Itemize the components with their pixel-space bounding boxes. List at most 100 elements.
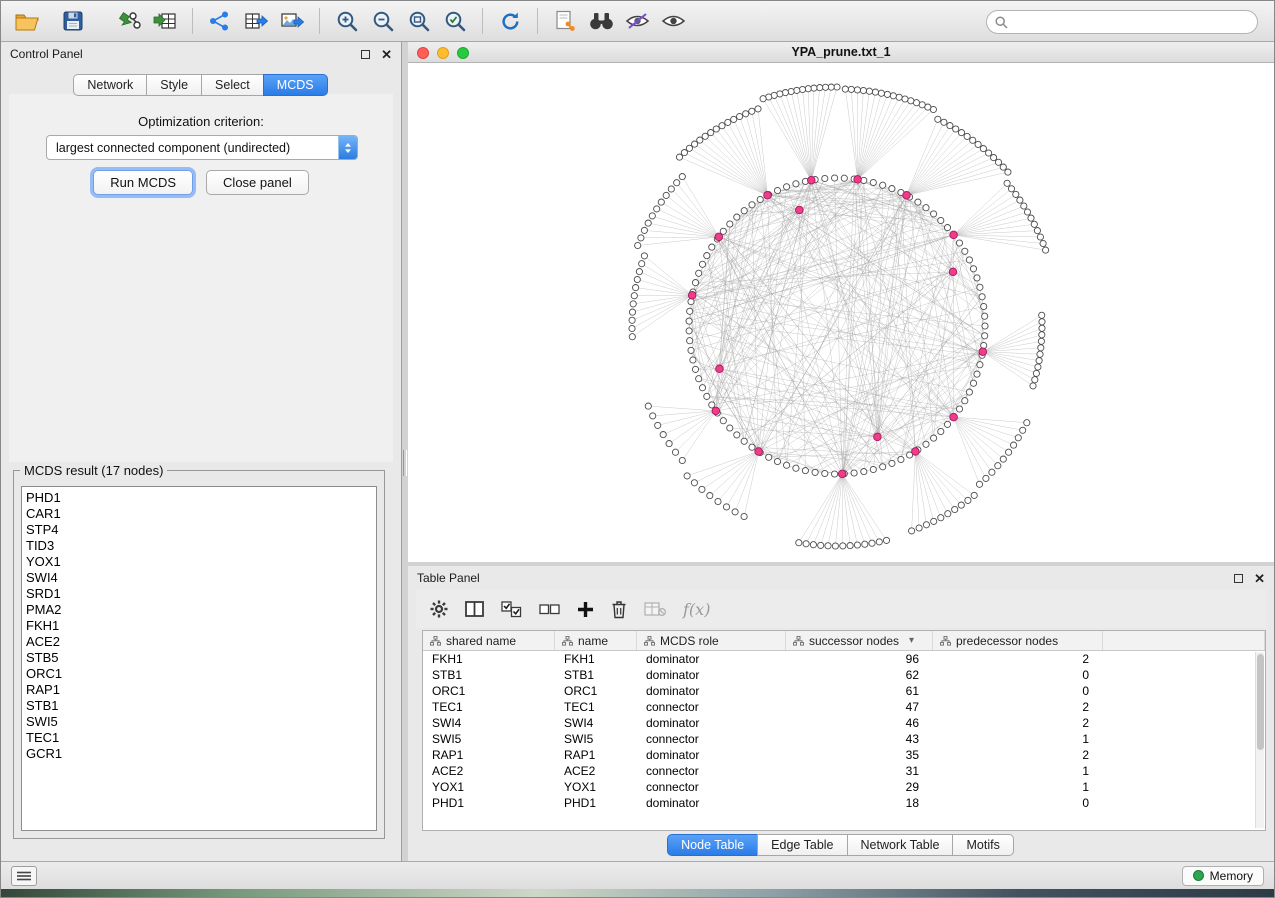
graph-node[interactable]	[995, 159, 1001, 165]
graph-node[interactable]	[983, 475, 989, 481]
graph-node[interactable]	[931, 211, 937, 217]
graph-node[interactable]	[851, 470, 857, 476]
graph-node[interactable]	[696, 270, 702, 276]
graph-node[interactable]	[966, 257, 972, 263]
graph-node[interactable]	[755, 106, 761, 112]
graph-node[interactable]	[958, 502, 964, 508]
graph-node[interactable]	[938, 515, 944, 521]
mcds-result-item[interactable]: ORC1	[26, 666, 376, 682]
graph-node[interactable]	[686, 318, 692, 324]
graph-node[interactable]	[688, 299, 694, 305]
graph-node[interactable]	[799, 86, 805, 92]
tab-node-table[interactable]: Node Table	[667, 834, 758, 856]
graph-node[interactable]	[810, 542, 816, 548]
run-mcds-button[interactable]: Run MCDS	[93, 170, 193, 195]
graph-node[interactable]	[974, 371, 980, 377]
column-header-MCDS-role[interactable]: MCDS role	[637, 631, 786, 650]
window-maximize-icon[interactable]	[457, 47, 469, 59]
save-session-button[interactable]	[55, 5, 91, 37]
graph-node[interactable]	[793, 465, 799, 471]
column-header-successor-nodes[interactable]: successor nodes▾	[786, 631, 933, 650]
graph-node[interactable]	[639, 261, 645, 267]
table-row[interactable]: ORC1ORC1dominator610	[423, 683, 1265, 699]
graph-node[interactable]	[947, 123, 953, 129]
graph-node[interactable]	[749, 444, 755, 450]
tab-style[interactable]: Style	[146, 74, 202, 96]
graph-node[interactable]	[840, 543, 846, 549]
graph-node[interactable]	[822, 470, 828, 476]
graph-node[interactable]	[944, 225, 950, 231]
graph-node[interactable]	[707, 493, 713, 499]
graph-node[interactable]	[645, 220, 651, 226]
graph-node[interactable]	[1013, 191, 1019, 197]
graph-node[interactable]	[1031, 221, 1037, 227]
table-scrollbar[interactable]	[1255, 652, 1264, 828]
graph-node[interactable]	[811, 85, 817, 91]
graph-node[interactable]	[1030, 383, 1036, 389]
graph-node[interactable]	[938, 217, 944, 223]
delete-column-button[interactable]	[611, 600, 627, 619]
graph-hub-node[interactable]	[854, 176, 862, 184]
graph-node[interactable]	[654, 206, 660, 212]
mcds-result-list[interactable]: PHD1CAR1STP4TID3YOX1SWI4SRD1PMA2FKH1ACE2…	[21, 486, 377, 831]
graph-node[interactable]	[832, 543, 838, 549]
graph-node[interactable]	[848, 86, 854, 92]
graph-hub-node[interactable]	[979, 348, 987, 356]
graph-node[interactable]	[908, 98, 914, 104]
graph-node[interactable]	[1033, 370, 1039, 376]
graph-node[interactable]	[741, 513, 747, 519]
graph-node[interactable]	[774, 458, 780, 464]
graph-node[interactable]	[841, 175, 847, 181]
graph-node[interactable]	[1015, 435, 1021, 441]
mcds-result-item[interactable]: FKH1	[26, 618, 376, 634]
graph-node[interactable]	[974, 275, 980, 281]
graph-node[interactable]	[1037, 351, 1043, 357]
graph-node[interactable]	[636, 269, 642, 275]
graph-node[interactable]	[1034, 228, 1040, 234]
zoom-out-button[interactable]	[365, 5, 401, 37]
tab-mcds[interactable]: MCDS	[263, 74, 328, 96]
graph-node[interactable]	[757, 196, 763, 202]
graph-node[interactable]	[629, 317, 635, 323]
graph-node[interactable]	[822, 175, 828, 181]
graph-node[interactable]	[953, 126, 959, 132]
graph-node[interactable]	[883, 537, 889, 543]
graph-node[interactable]	[723, 504, 729, 510]
graph-node[interactable]	[977, 284, 983, 290]
tab-network[interactable]: Network	[73, 74, 147, 96]
graph-node[interactable]	[709, 244, 715, 250]
graph-node[interactable]	[982, 333, 988, 339]
graph-node[interactable]	[741, 208, 747, 214]
graph-node[interactable]	[629, 309, 635, 315]
graph-node[interactable]	[749, 108, 755, 114]
graph-node[interactable]	[982, 323, 988, 329]
window-close-icon[interactable]	[417, 47, 429, 59]
graph-node[interactable]	[690, 357, 696, 363]
graph-hub-node[interactable]	[688, 291, 696, 299]
graph-node[interactable]	[655, 422, 661, 428]
graph-node[interactable]	[995, 463, 1001, 469]
graph-node[interactable]	[962, 398, 968, 404]
graph-node[interactable]	[686, 328, 692, 334]
graph-node[interactable]	[1037, 234, 1043, 240]
graph-node[interactable]	[634, 276, 640, 282]
graph-node[interactable]	[970, 266, 976, 272]
graph-node[interactable]	[805, 86, 811, 92]
graph-node[interactable]	[941, 119, 947, 125]
graph-hub-node[interactable]	[949, 268, 957, 276]
table-row[interactable]: SWI5SWI5connector431	[423, 731, 1265, 747]
graph-node[interactable]	[688, 347, 694, 353]
graph-node[interactable]	[1038, 345, 1044, 351]
graph-node[interactable]	[713, 126, 719, 132]
graph-node[interactable]	[704, 393, 710, 399]
graph-node[interactable]	[1000, 456, 1006, 462]
graph-node[interactable]	[889, 186, 895, 192]
graph-node[interactable]	[944, 421, 950, 427]
graph-node[interactable]	[890, 93, 896, 99]
select-all-button[interactable]	[501, 601, 522, 618]
export-network-button[interactable]	[202, 5, 238, 37]
graph-node[interactable]	[672, 449, 678, 455]
graph-node[interactable]	[1039, 312, 1045, 318]
graph-node[interactable]	[854, 542, 860, 548]
graph-node[interactable]	[981, 303, 987, 309]
